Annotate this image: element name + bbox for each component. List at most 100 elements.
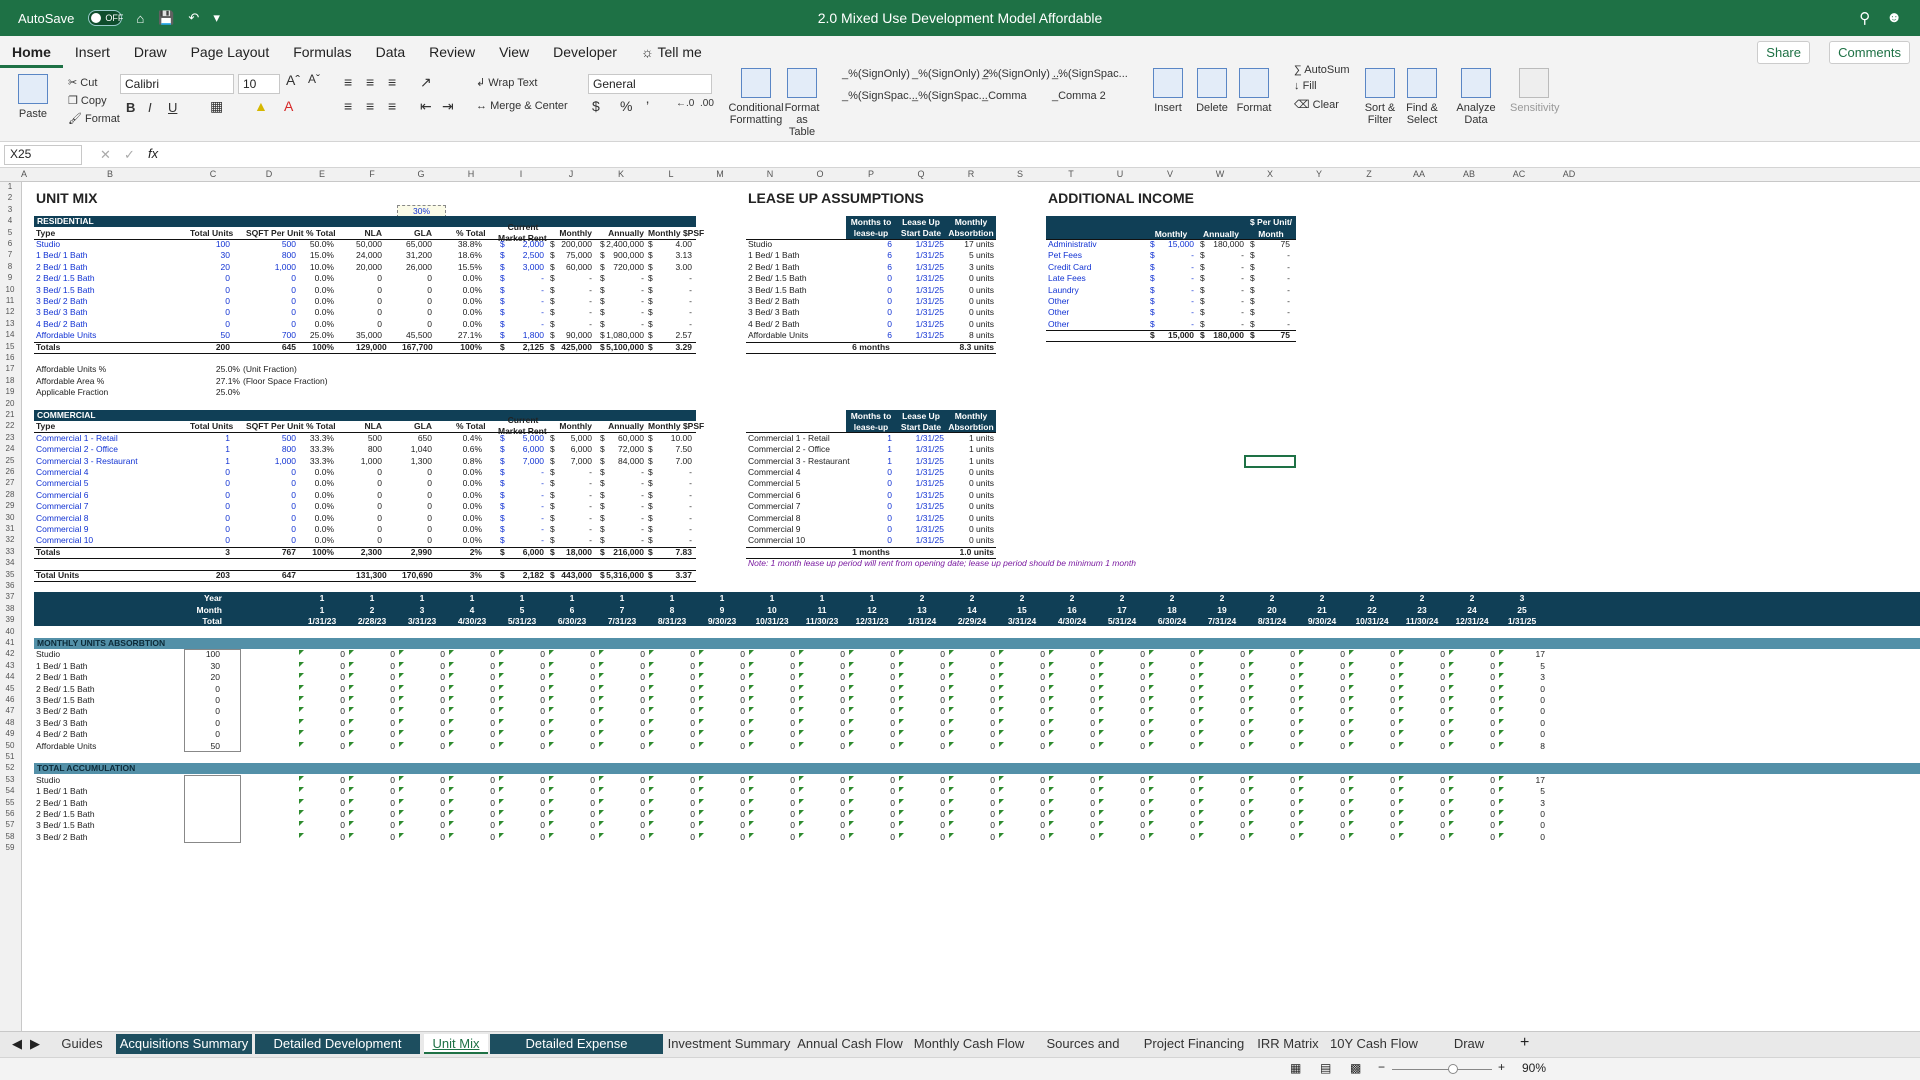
absorb-value[interactable]: 0 <box>1197 695 1245 706</box>
res-cell[interactable]: 700 <box>246 330 296 341</box>
lease-absorption[interactable]: 0 units <box>946 478 994 489</box>
accum-value[interactable]: 0 <box>547 798 595 809</box>
lease-absorption[interactable]: 0 units <box>946 319 994 330</box>
row-header[interactable]: 55 <box>0 798 20 807</box>
home-icon[interactable]: ⌂ <box>136 11 144 26</box>
dollar-sign[interactable]: $ <box>500 547 508 558</box>
absorb-value[interactable]: 0 <box>997 672 1045 683</box>
accum-value[interactable]: 0 <box>397 809 445 820</box>
row-header[interactable]: 59 <box>0 843 20 852</box>
income-total-annual[interactable]: 180,000 <box>1200 330 1244 341</box>
income-per-unit[interactable]: - <box>1250 319 1290 330</box>
timeline-date[interactable]: 10/31/23 <box>747 616 797 627</box>
accum-value[interactable]: 0 <box>347 775 395 786</box>
lease-type[interactable]: Commercial 7 <box>748 501 800 512</box>
lease-start[interactable]: 1/31/25 <box>896 330 944 341</box>
accum-value[interactable]: 0 <box>1447 832 1495 843</box>
scroll-left-icon[interactable]: ◀ <box>12 1036 22 1052</box>
absorb-value[interactable]: 0 <box>297 661 345 672</box>
timeline-date[interactable]: 1/31/23 <box>297 616 347 627</box>
lease-months[interactable]: 6 <box>846 330 892 341</box>
accum-value[interactable]: 0 <box>747 798 795 809</box>
accum-value[interactable]: 0 <box>497 798 545 809</box>
com-cell[interactable]: 0.6% <box>456 444 482 455</box>
res-total[interactable]: 200 <box>190 342 230 353</box>
zoom-level[interactable]: 90% <box>1522 1061 1546 1075</box>
accum-value[interactable]: 0 <box>1097 832 1145 843</box>
res-cell[interactable]: 0 <box>356 319 382 330</box>
row-header[interactable]: 33 <box>0 547 20 556</box>
analyze-data-button[interactable]: Analyze Data <box>1456 68 1496 126</box>
total-units-cell[interactable]: 131,300 <box>356 570 387 581</box>
income-type[interactable]: Credit Card <box>1048 262 1091 273</box>
accum-value[interactable]: 0 <box>847 832 895 843</box>
accum-value[interactable]: 0 <box>647 832 695 843</box>
income-annual[interactable]: - <box>1200 273 1244 284</box>
income-type[interactable]: Other <box>1048 319 1069 330</box>
afford-note[interactable]: (Unit Fraction) <box>243 364 297 375</box>
dollar-sign[interactable]: $ <box>648 250 656 261</box>
res-cell[interactable]: 65,000 <box>402 239 432 250</box>
row-header[interactable]: 15 <box>0 342 20 351</box>
zoom-in-icon[interactable]: + <box>1498 1060 1505 1074</box>
com-cell[interactable]: 0.0% <box>456 535 482 546</box>
lease-type[interactable]: Commercial 4 <box>748 467 800 478</box>
timeline-year[interactable]: 1 <box>547 593 597 604</box>
timeline-date[interactable]: 1/31/24 <box>897 616 947 627</box>
align-top-icon[interactable]: ≡ <box>344 74 352 90</box>
column-header[interactable]: W <box>1216 169 1225 179</box>
column-header-text[interactable]: GLA <box>402 228 432 239</box>
timeline-date[interactable]: 1/31/25 <box>1497 616 1547 627</box>
dollar-sign[interactable]: $ <box>500 296 508 307</box>
accum-value[interactable]: 0 <box>1297 786 1345 797</box>
accum-value[interactable]: 0 <box>597 820 645 831</box>
save-icon[interactable]: 💾 <box>158 10 174 26</box>
row-header[interactable]: 48 <box>0 718 20 727</box>
com-cell[interactable]: 0.0% <box>306 501 334 512</box>
res-cell[interactable]: 3 Bed/ 2 Bath <box>36 296 181 307</box>
accum-value[interactable]: 0 <box>297 809 345 820</box>
absorb-value[interactable]: 0 <box>297 695 345 706</box>
absorb-value[interactable]: 0 <box>347 695 395 706</box>
com-cell[interactable]: 0 <box>246 535 296 546</box>
accum-value[interactable]: 0 <box>397 820 445 831</box>
accum-value[interactable]: 0 <box>347 832 395 843</box>
absorb-value[interactable]: 0 <box>897 741 945 752</box>
dollar-sign[interactable]: $ <box>600 319 608 330</box>
share-button[interactable]: Share <box>1757 41 1810 64</box>
absorb-value[interactable]: 0 <box>1097 649 1145 660</box>
income-monthly[interactable]: - <box>1150 285 1194 296</box>
income-monthly[interactable]: - <box>1150 307 1194 318</box>
com-cell[interactable]: Commercial 3 - Restaurant <box>36 456 181 467</box>
timeline-year[interactable]: 2 <box>1147 593 1197 604</box>
com-cell[interactable]: 0 <box>402 501 432 512</box>
dollar-sign[interactable]: $ <box>500 467 508 478</box>
accum-value[interactable]: 0 <box>347 820 395 831</box>
accum-value[interactable]: 0 <box>1097 820 1145 831</box>
afford-label[interactable]: Affordable Area % <box>36 376 104 387</box>
lease-header[interactable]: lease-up <box>846 228 896 239</box>
accum-value[interactable]: 0 <box>597 775 645 786</box>
res-cell[interactable]: 2 Bed/ 1 Bath <box>36 262 181 273</box>
absorb-value[interactable]: 0 <box>347 649 395 660</box>
tab-formulas[interactable]: Formulas <box>281 36 363 68</box>
absorb-value[interactable]: 0 <box>397 649 445 660</box>
com-cell[interactable]: 500 <box>246 433 296 444</box>
lease-start[interactable]: 1/31/25 <box>896 273 944 284</box>
absorb-type[interactable]: 3 Bed/ 1.5 Bath <box>36 695 95 706</box>
afford-note[interactable]: (Floor Space Fraction) <box>243 376 328 387</box>
timeline-month[interactable]: 24 <box>1447 605 1497 616</box>
com-cell[interactable]: 0 <box>190 467 230 478</box>
row-header[interactable]: 14 <box>0 330 20 339</box>
lease-type[interactable]: 2 Bed/ 1 Bath <box>748 262 800 273</box>
absorb-type[interactable]: 3 Bed/ 3 Bath <box>36 718 88 729</box>
absorb-value[interactable]: 0 <box>1047 695 1095 706</box>
timeline-year[interactable]: 2 <box>1447 593 1497 604</box>
lease-absorption[interactable]: 1 units <box>946 456 994 467</box>
wrap-text-button[interactable]: ↲ Wrap Text <box>476 76 537 89</box>
accum-value[interactable]: 0 <box>847 775 895 786</box>
com-cell[interactable]: 0 <box>246 501 296 512</box>
decrease-decimal-icon[interactable]: .00 <box>700 98 714 109</box>
absorb-value[interactable]: 0 <box>547 672 595 683</box>
dollar-sign[interactable]: $ <box>550 467 558 478</box>
